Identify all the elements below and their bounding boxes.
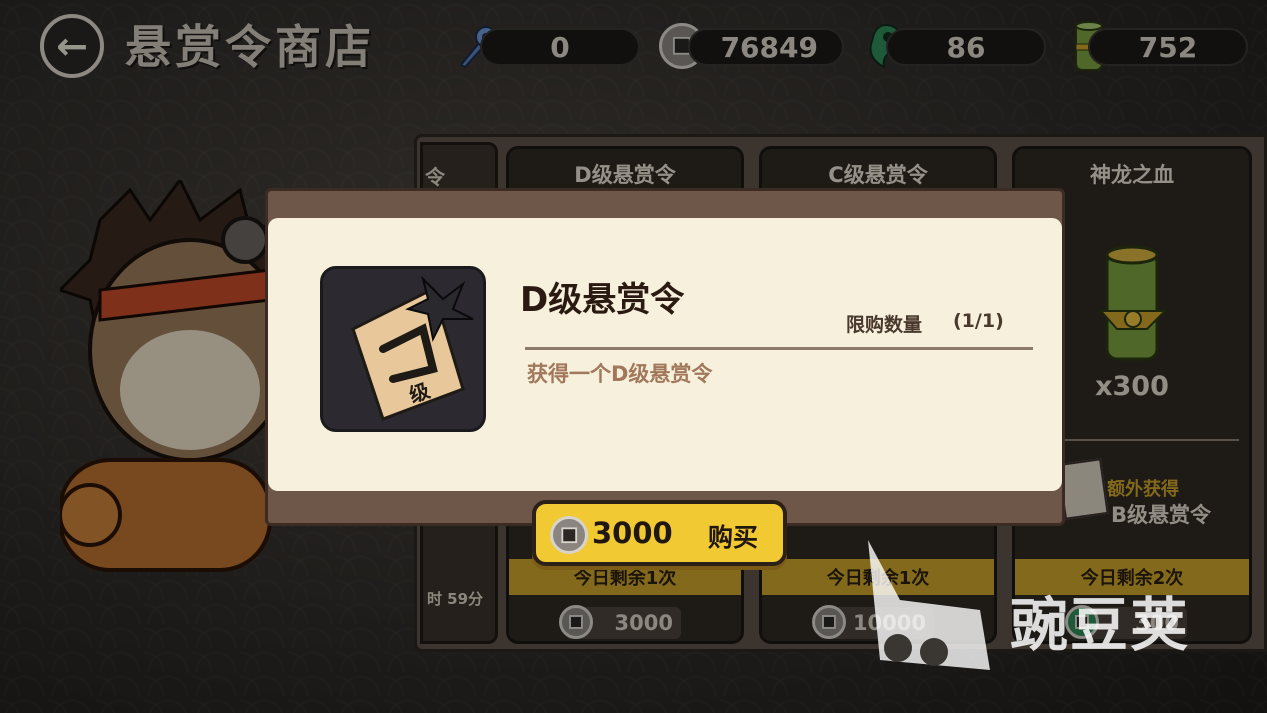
watermark-logo-icon (868, 540, 990, 670)
buy-button[interactable]: 3000 购买 (532, 500, 787, 566)
modal-item-name: D级悬赏令 (520, 280, 685, 320)
coin-icon (550, 516, 588, 554)
limit-value: (1/1) (953, 310, 1004, 332)
modal-divider (525, 347, 1033, 350)
buy-label: 购买 (708, 523, 759, 552)
bounty-scroll-icon (351, 275, 474, 421)
watermark: 豌豆荚 (860, 540, 1240, 680)
limit-label: 限购数量 (846, 314, 923, 336)
modal-description: 获得一个D级悬赏令 (527, 362, 713, 386)
item-icon-frame: 级 (320, 266, 486, 432)
watermark-text: 豌豆荚 (1010, 591, 1191, 659)
buy-price: 3000 (592, 516, 673, 550)
